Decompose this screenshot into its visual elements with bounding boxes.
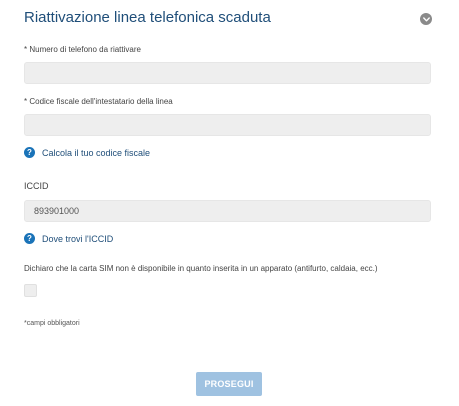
help-icon: ? <box>24 233 35 244</box>
phone-number-label: * Numero di telefono da riattivare <box>24 45 141 54</box>
fiscal-code-input[interactable] <box>24 114 431 136</box>
calculate-fiscal-code-link[interactable]: Calcola il tuo codice fiscale <box>42 148 150 158</box>
fiscal-code-help[interactable]: ? Calcola il tuo codice fiscale <box>24 147 150 158</box>
required-fields-note: *campi obbligatori <box>24 320 80 327</box>
collapse-button[interactable] <box>420 13 432 25</box>
fiscal-code-label: * Codice fiscale dell'intestatario della… <box>24 97 173 106</box>
iccid-input[interactable] <box>24 200 431 222</box>
declaration-text: Dichiaro che la carta SIM non è disponib… <box>24 264 378 273</box>
where-iccid-link[interactable]: Dove trovi l'ICCID <box>42 234 113 244</box>
page-title: Riattivazione linea telefonica scaduta <box>24 9 271 26</box>
help-icon: ? <box>24 147 35 158</box>
chevron-down-icon <box>422 16 430 21</box>
declaration-checkbox[interactable] <box>24 284 37 297</box>
phone-number-input[interactable] <box>24 62 431 84</box>
proceed-button[interactable]: PROSEGUI <box>196 372 262 396</box>
iccid-help[interactable]: ? Dove trovi l'ICCID <box>24 233 113 244</box>
iccid-label: ICCID <box>24 181 49 191</box>
